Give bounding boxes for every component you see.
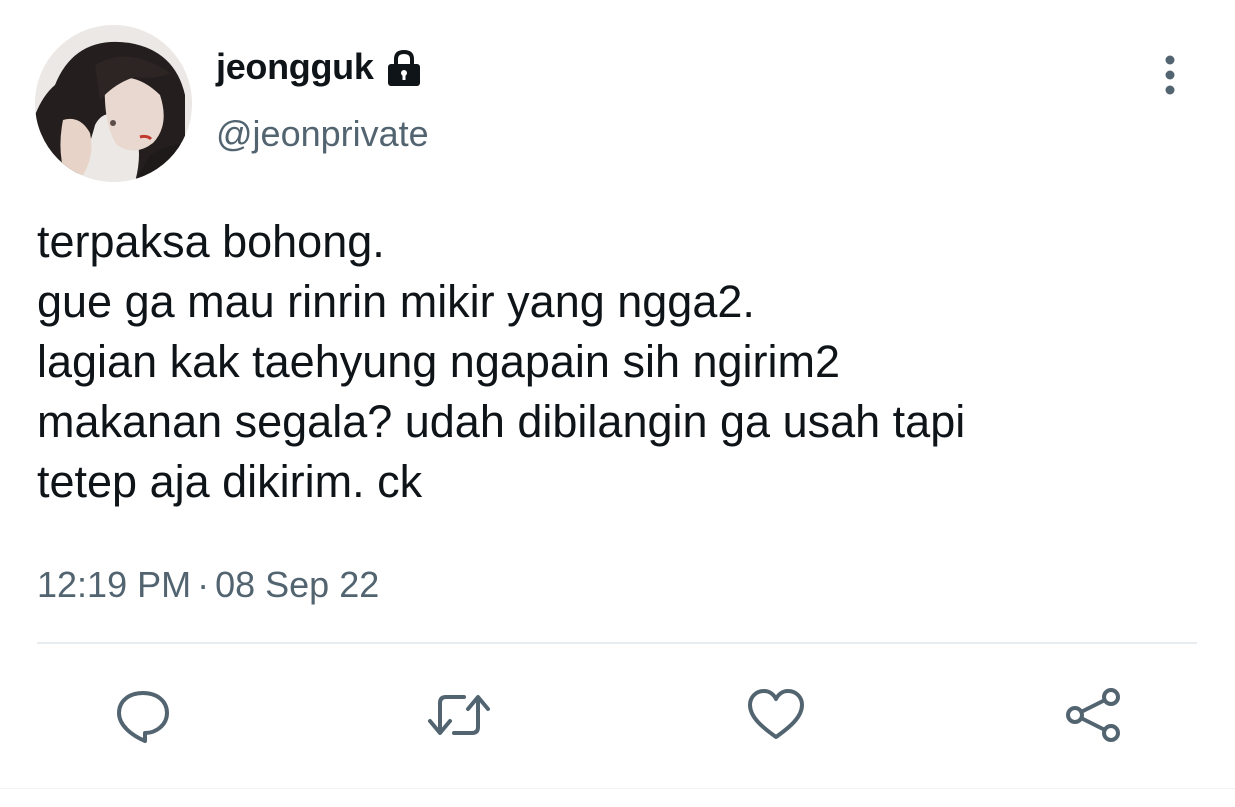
tweet-text-line: terpaksa bohong. <box>37 216 385 267</box>
tweet-text: terpaksa bohong. gue ga mau rinrin mikir… <box>37 212 1207 512</box>
avatar[interactable] <box>35 25 192 182</box>
bottom-divider <box>0 788 1235 789</box>
share-icon <box>1066 688 1120 742</box>
meta-separator: · <box>197 564 210 605</box>
tweet-text-line: makanan segala? udah dibilangin ga usah … <box>37 396 966 447</box>
retweet-button[interactable] <box>424 680 494 750</box>
tweet-time: 12:19 PM <box>37 564 192 605</box>
tweet-text-line: lagian kak taehyung ngapain sih ngirim2 <box>37 336 841 387</box>
reply-button[interactable] <box>108 680 178 750</box>
like-button[interactable] <box>741 680 811 750</box>
heart-icon <box>748 689 804 739</box>
tweet-timestamp[interactable]: 12:19 PM · 08 Sep 22 <box>37 562 379 608</box>
reply-icon <box>117 691 169 743</box>
tweet-text-line: tetep aja dikirim. ck <box>37 456 423 507</box>
share-button[interactable] <box>1058 680 1128 750</box>
retweet-icon <box>428 695 490 735</box>
user-name-row: jeongguk <box>216 44 424 90</box>
divider <box>37 642 1197 644</box>
lock-icon <box>384 48 424 88</box>
more-options-icon[interactable] <box>1150 50 1190 100</box>
display-name[interactable]: jeongguk <box>216 44 374 90</box>
action-bar <box>0 680 1235 750</box>
avatar-image <box>35 25 192 182</box>
tweet-card: jeongguk @jeonprivate terpaksa bohong. g… <box>0 0 1235 807</box>
tweet-date: 08 Sep 22 <box>215 564 380 605</box>
tweet-text-line: gue ga mau rinrin mikir yang ngga2. <box>37 276 755 327</box>
user-handle[interactable]: @jeonprivate <box>216 111 429 157</box>
